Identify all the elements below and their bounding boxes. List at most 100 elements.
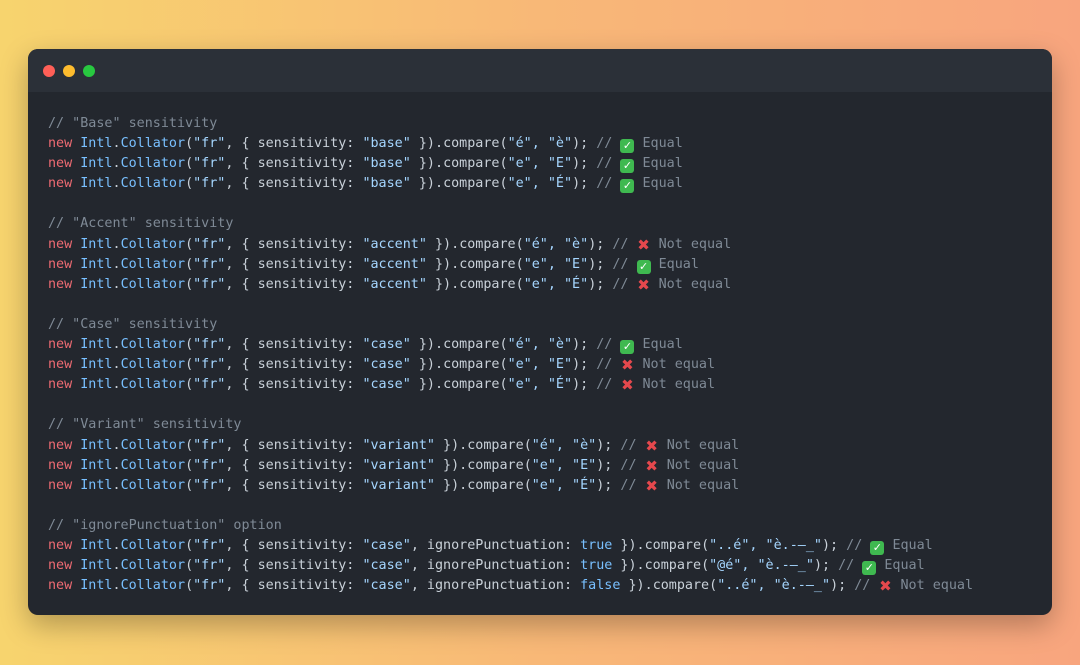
punct: .: [112, 537, 121, 553]
string-args: "e", "É": [507, 377, 573, 393]
code-line: new Intl.Collator("fr", { sensitivity: "…: [48, 375, 1044, 395]
string-locale: "fr": [193, 337, 226, 353]
string-sensitivity: "variant": [362, 477, 435, 493]
class-collator: Collator: [120, 457, 186, 473]
code-line: new Intl.Collator("fr", { sensitivity: "…: [48, 275, 1044, 295]
class-collator: Collator: [120, 437, 186, 453]
punct: );: [596, 437, 613, 453]
class-collator: Collator: [120, 578, 186, 594]
punct: , {: [225, 537, 258, 553]
code-line: new Intl.Collator("fr", { sensitivity: "…: [48, 556, 1044, 576]
keyword-new: new: [48, 337, 73, 353]
cross-icon: ✖: [645, 476, 658, 495]
property-ignore-punctuation: , ignorePunctuation:: [410, 578, 581, 594]
string-sensitivity: "case": [362, 537, 411, 553]
punct: .: [112, 377, 121, 393]
punct: );: [588, 276, 605, 292]
punct: }).: [410, 176, 444, 192]
check-icon: ✓: [636, 259, 651, 274]
punct: }).: [435, 477, 468, 493]
string-sensitivity: "accent": [362, 276, 427, 292]
result-text: Equal: [892, 537, 933, 553]
punct: );: [572, 176, 589, 192]
property-sensitivity: sensitivity:: [257, 256, 363, 272]
check-icon: ✓: [620, 139, 635, 154]
class-collator: Collator: [120, 156, 186, 172]
punct: (: [185, 136, 194, 152]
property-sensitivity: sensitivity:: [257, 357, 363, 373]
class-collator: Collator: [120, 537, 186, 553]
punct: );: [596, 477, 613, 493]
cross-icon: ✖: [645, 436, 658, 455]
punct: );: [572, 357, 589, 373]
result-text: Equal: [642, 337, 683, 353]
code-window: // "Base" sensitivity new Intl.Collator("…: [28, 49, 1052, 615]
keyword-new: new: [48, 276, 73, 292]
string-args: "e", "E": [507, 357, 573, 373]
code-line: new Intl.Collator("fr", { sensitivity: "…: [48, 235, 1044, 255]
property-sensitivity: sensitivity:: [257, 477, 363, 493]
cross-icon: ✖: [637, 235, 650, 254]
punct: (: [709, 578, 718, 594]
punct: }).: [620, 578, 653, 594]
result-text: Equal: [884, 558, 925, 574]
minimize-dot-icon[interactable]: [63, 65, 75, 77]
punct: , {: [225, 236, 258, 252]
punct: , {: [225, 437, 258, 453]
class-collator: Collator: [120, 276, 186, 292]
punct: (: [499, 176, 508, 192]
string-sensitivity: "accent": [362, 236, 427, 252]
punct: , {: [225, 357, 258, 373]
string-locale: "fr": [193, 357, 226, 373]
window-titlebar: [28, 49, 1052, 92]
method-compare: compare: [467, 477, 524, 493]
punct: (: [701, 537, 710, 553]
comment-slashes: //: [588, 337, 621, 353]
string-args: "é", "è": [507, 136, 573, 152]
class-intl: Intl: [80, 176, 113, 192]
punct: (: [185, 337, 194, 353]
punct: }).: [410, 377, 444, 393]
property-ignore-punctuation: , ignorePunctuation:: [410, 558, 581, 574]
comment-slashes: //: [830, 558, 863, 574]
string-sensitivity: "case": [362, 337, 411, 353]
punct: .: [112, 256, 121, 272]
punct: (: [185, 236, 194, 252]
zoom-dot-icon[interactable]: [83, 65, 95, 77]
check-icon: ✓: [620, 340, 635, 355]
punct: (: [185, 357, 194, 373]
method-compare: compare: [443, 357, 500, 373]
class-intl: Intl: [80, 377, 113, 393]
keyword-new: new: [48, 437, 73, 453]
code-line: new Intl.Collator("fr", { sensitivity: "…: [48, 476, 1044, 496]
punct: .: [112, 357, 121, 373]
comment-line: // "Accent" sensitivity: [48, 214, 1044, 234]
string-locale: "fr": [193, 156, 226, 172]
method-compare: compare: [467, 457, 524, 473]
string-sensitivity: "base": [362, 136, 411, 152]
comment-slashes: //: [588, 357, 621, 373]
comment-slashes: //: [588, 136, 621, 152]
string-args: "@é", "è.-—_": [709, 558, 814, 574]
comment-line: // "Base" sensitivity: [48, 114, 1044, 134]
property-sensitivity: sensitivity:: [257, 337, 363, 353]
close-dot-icon[interactable]: [43, 65, 55, 77]
punct: , {: [225, 337, 258, 353]
punct: .: [112, 136, 121, 152]
punct: }).: [435, 457, 468, 473]
punct: (: [185, 256, 194, 272]
punct: (: [701, 558, 710, 574]
string-args: "e", "E": [507, 156, 573, 172]
class-intl: Intl: [80, 276, 113, 292]
punct: (: [515, 256, 524, 272]
punct: );: [813, 558, 831, 574]
